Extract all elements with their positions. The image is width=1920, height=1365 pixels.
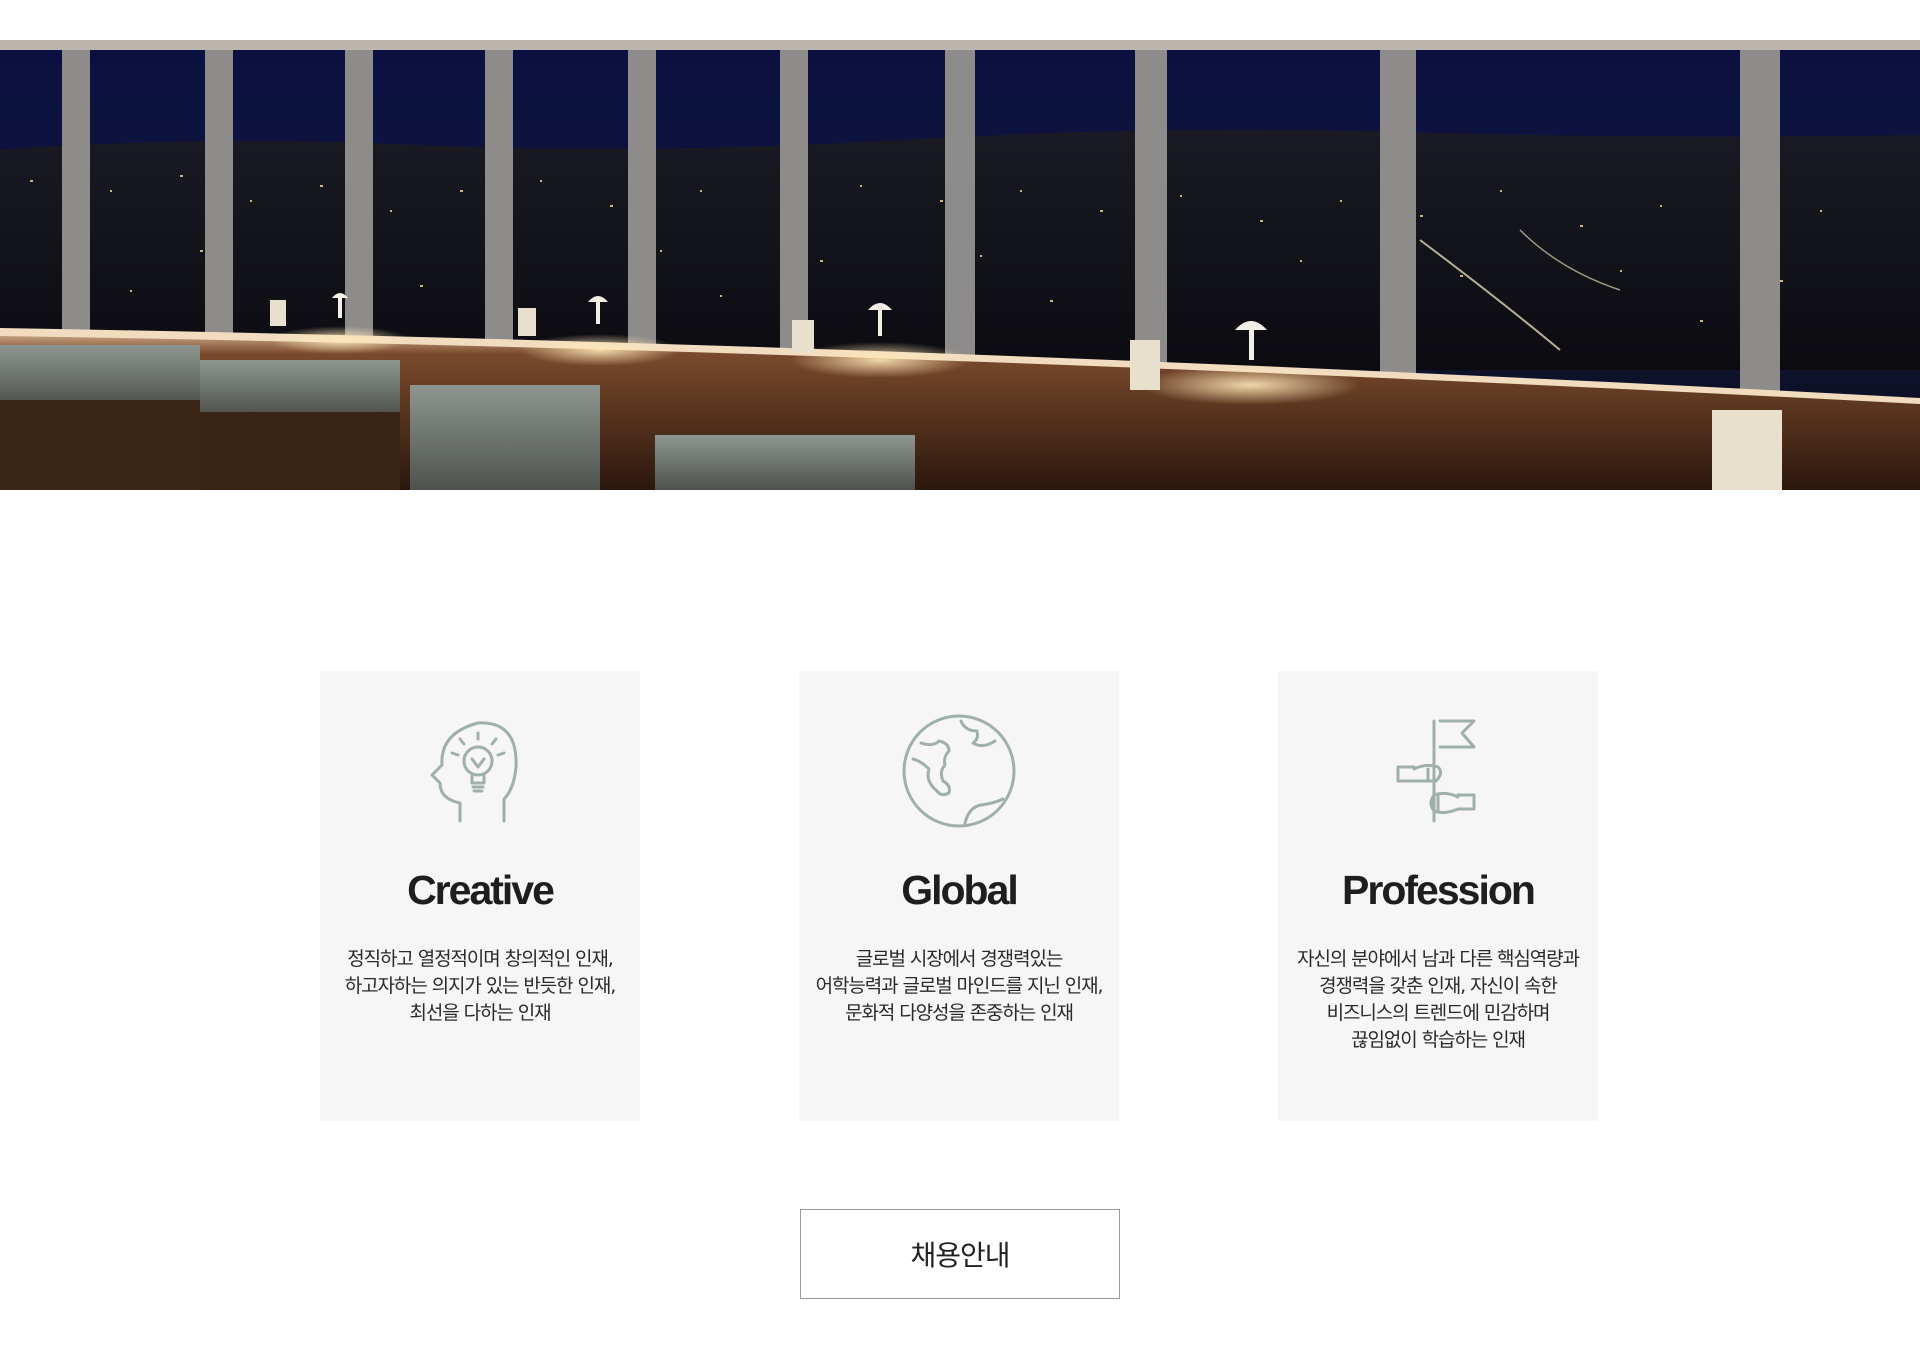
globe-icon [899, 711, 1019, 831]
card-creative: Creative 정직하고 열정적이며 창의적인 인재, 하고자하는 의지가 있… [320, 671, 640, 1121]
card-description: 자신의 분야에서 남과 다른 핵심역량과 경쟁력을 갖춘 인재, 자신이 속한 … [1297, 948, 1580, 1051]
card-title: Creative [407, 867, 555, 913]
flag-hands-icon [1378, 711, 1498, 831]
card-profession: Profession 자신의 분야에서 남과 다른 핵심역량과 경쟁력을 갖춘 … [1278, 671, 1598, 1121]
card-global: Global 글로벌 시장에서 경쟁력있는 어학능력과 글로벌 마인드를 지닌 … [799, 671, 1119, 1121]
hero-image [0, 40, 1920, 490]
hero-banner [0, 40, 1920, 490]
card-description: 글로벌 시장에서 경쟁력있는 어학능력과 글로벌 마인드를 지닌 인재, 문화적… [815, 948, 1104, 1024]
card-description: 정직하고 열정적이며 창의적인 인재, 하고자하는 의지가 있는 반듯한 인재,… [344, 948, 617, 1024]
lightbulb-head-icon [420, 711, 540, 831]
card-title: Global [901, 867, 1019, 913]
value-cards: Creative 정직하고 열정적이며 창의적인 인재, 하고자하는 의지가 있… [0, 671, 1920, 1121]
recruitment-info-button[interactable]: 채용안내 [800, 1209, 1120, 1299]
card-title: Profession [1342, 867, 1536, 913]
